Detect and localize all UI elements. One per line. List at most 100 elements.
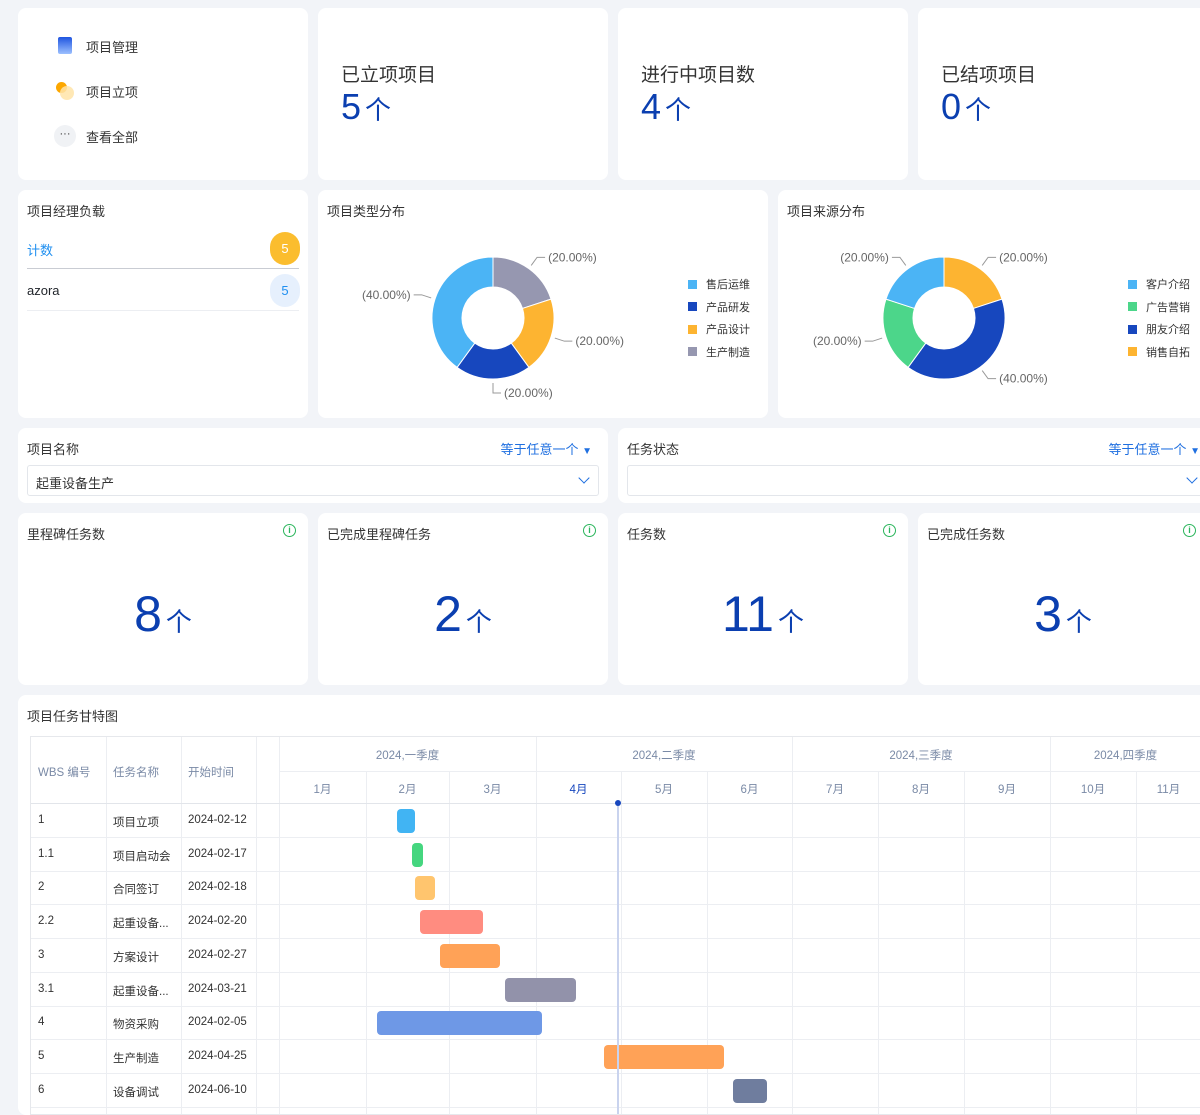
slice-label: (20.00%) [548,250,597,264]
slice-客户介绍[interactable] [885,256,945,310]
wbs: 4 [38,1016,45,1029]
today-line [617,803,619,1114]
legend-item[interactable]: 广告营销 [1128,296,1190,319]
legend-item[interactable]: 产品设计 [688,318,750,341]
info-icon[interactable]: i [883,524,896,537]
month-header: 2月 [398,784,417,796]
start-date: 2024-02-27 [188,948,247,961]
stat-card-initiated: 已立项项目 5 个 [318,8,608,180]
slice-销售自拓[interactable] [943,256,1003,310]
column-header[interactable]: 开始时间 [188,764,234,780]
legend-item[interactable]: 朋友介绍 [1128,318,1190,341]
nav-project-initiation[interactable]: 项目立项 [54,80,138,102]
task-bar[interactable] [732,1078,767,1103]
gantt-row[interactable]: 2.2 起重设备... 2024-02-20 [31,905,1200,939]
label-leader [981,370,997,380]
column-header[interactable]: WBS 编号 [38,764,90,780]
column-header[interactable]: 任务名称 [113,764,159,780]
unit: 个 [365,95,392,125]
task-bar[interactable] [377,1011,542,1036]
slice-朋友介绍[interactable] [907,298,1006,380]
divider [27,268,299,269]
nav-label: 项目管理 [86,39,139,55]
unit: 个 [665,95,692,125]
month-header: 7月 [826,784,844,796]
nav-project-management[interactable]: 项目管理 [54,35,138,57]
value: 3 [1034,586,1062,642]
stat-card-closed: 已结项项目 0 个 [918,8,1200,180]
gantt-chart: WBS 编号 任务名称 开始时间 2024,一季度 2024,二季度 2024,三季度 20… [30,736,1200,1115]
caret-down-icon: ▼ [582,446,592,457]
row-divider [31,1106,1200,1108]
wbs: 6 [38,1083,45,1096]
legend-item[interactable]: 产品研发 [688,296,750,319]
legend-label: 产品研发 [706,301,750,314]
task-name: 合同签订 [113,884,159,897]
slice-label: (20.00%) [840,250,889,264]
task-bar[interactable] [414,876,435,901]
project-name-select[interactable]: 起重设备生产 [27,465,599,496]
slice-生产制造[interactable] [492,256,552,310]
chevron-down-icon [578,472,590,484]
task-bar[interactable] [505,977,576,1002]
legend-item[interactable]: 客户介绍 [1128,273,1190,296]
label-leader [864,337,883,342]
nav-label: 查看全部 [86,129,139,145]
legend-swatch [688,324,697,334]
label-leader [413,294,432,299]
task-name: 方案设计 [113,951,159,964]
gantt-card: 项目任务甘特图 WBS 编号 任务名称 开始时间 2024,一季度 2024,二季度 20… [18,695,1200,1115]
today-marker [615,800,621,806]
legend-item[interactable]: 销售自拓 [1128,341,1190,364]
wbs: 3.1 [38,982,54,995]
gantt-row[interactable]: 2 合同签订 2024-02-18 [31,871,1200,905]
operator-label: 等于任意一个 [1108,442,1187,457]
slice-label: (20.00%) [575,334,624,348]
info-icon[interactable]: i [583,524,596,537]
value: 8 [134,586,162,642]
gantt-row[interactable]: 3 方案设计 2024-02-27 [31,939,1200,973]
operator-label: 等于任意一个 [500,442,579,457]
gantt-row[interactable]: 3.1 起重设备... 2024-03-21 [31,973,1200,1007]
start-date: 2024-02-17 [188,847,247,860]
gantt-row[interactable]: 1 项目立项 2024-02-12 [31,804,1200,838]
legend-swatch [1128,302,1137,312]
info-icon[interactable]: i [1183,524,1196,537]
label-leader [530,256,546,266]
info-icon[interactable]: i [283,524,296,537]
task-bar[interactable] [420,910,483,935]
slice-label: (40.00%) [362,288,411,302]
quarter-divider [1050,737,1051,771]
task-status-select[interactable] [627,465,1200,496]
legend-item[interactable]: 生产制造 [688,341,750,364]
task-name: 项目启动会 [113,850,171,863]
label-leader [891,256,907,266]
start-date: 2024-02-20 [188,915,247,928]
gantt-row[interactable]: 4 物资采购 2024-02-05 [31,1006,1200,1040]
filter-operator-dropdown[interactable]: 等于任意一个 ▼ [1108,439,1200,458]
nav-view-all[interactable]: ··· 查看全部 [54,125,138,147]
kpi-title: 已完成任务数 [927,527,1006,542]
value: 5 [341,86,362,127]
task-bar[interactable] [440,943,500,968]
gantt-row[interactable]: 1.1 项目启动会 2024-02-17 [31,838,1200,872]
task-bar[interactable] [604,1044,724,1069]
gantt-row[interactable]: 6 设备调试 2024-06-10 [31,1074,1200,1108]
pm-name: azora [27,283,60,298]
legend-swatch [1128,347,1137,357]
task-bar[interactable] [411,842,424,867]
task-bar[interactable] [397,809,415,833]
kpi-value: 2个 [318,585,608,643]
filter-operator-dropdown[interactable]: 等于任意一个 ▼ [500,439,592,458]
filter-project-name: 项目名称 等于任意一个 ▼ 起重设备生产 [18,428,608,503]
legend-swatch [1128,324,1137,334]
month-header: 1月 [313,784,332,796]
slice-label: (20.00%) [999,250,1048,264]
stat-title: 已立项项目 [341,65,437,86]
project-type-chart-card: 项目类型分布 (20.00%) (20.00%) (20.00%) (40.00%) … [318,190,768,418]
legend-item[interactable]: 售后运维 [688,273,750,296]
value: 0 [941,86,962,127]
slice-label: (20.00%) [504,386,553,400]
unit: 个 [965,95,992,125]
stat-value: 0个 [941,86,991,128]
